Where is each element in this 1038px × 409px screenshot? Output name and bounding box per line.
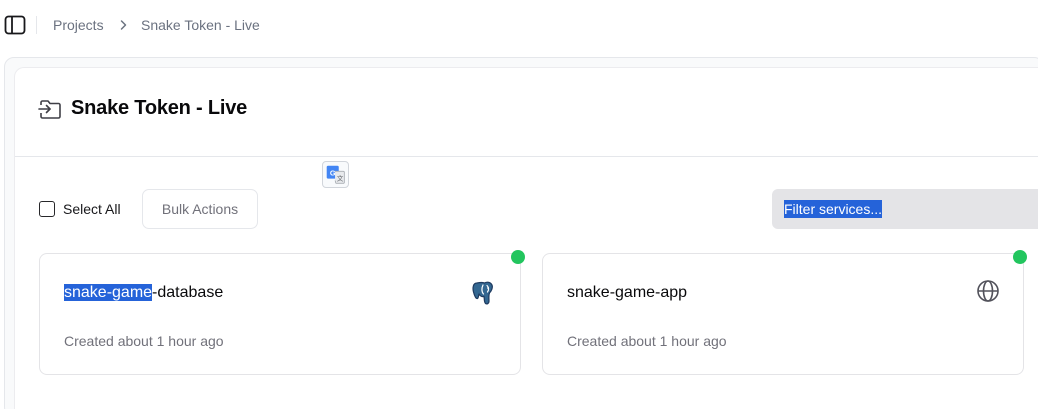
breadcrumb-projects[interactable]: Projects	[53, 17, 104, 33]
service-card-app[interactable]: snake-game-app Created about 1 hour ago	[542, 253, 1024, 375]
bulk-actions-button[interactable]: Bulk Actions	[142, 189, 258, 229]
sidebar-toggle-icon[interactable]	[4, 14, 26, 36]
header-divider	[15, 156, 1038, 157]
select-all-control[interactable]: Select All	[39, 199, 121, 219]
page-title: Snake Token - Live	[71, 97, 248, 119]
service-card-database[interactable]: snake-game-database Created about 1 hour…	[39, 253, 521, 375]
folder-input-icon	[38, 100, 61, 119]
service-name: snake-game-app	[567, 284, 688, 301]
postgresql-elephant-icon	[472, 281, 493, 305]
top-bar: Projects Snake Token - Live	[0, 0, 1038, 50]
filter-services-input[interactable]: Filter services...	[772, 189, 1038, 229]
globe-icon	[977, 280, 999, 302]
google-translate-icon[interactable]: G 文	[322, 161, 349, 188]
status-running-dot	[511, 250, 525, 264]
chevron-right-icon	[120, 20, 127, 30]
service-name-rest: -database	[152, 284, 224, 301]
svg-text:文: 文	[337, 174, 344, 183]
service-created-time: Created about 1 hour ago	[64, 333, 224, 349]
breadcrumb-current-project: Snake Token - Live	[141, 17, 260, 33]
svg-text:G: G	[330, 168, 336, 177]
select-all-label: Select All	[63, 201, 121, 217]
topbar-divider	[36, 16, 37, 34]
filter-services-placeholder: Filter services...	[784, 200, 883, 218]
status-running-dot	[1013, 250, 1027, 264]
service-name-highlight: snake-game	[64, 284, 153, 301]
select-all-checkbox[interactable]	[39, 201, 55, 217]
service-created-time: Created about 1 hour ago	[567, 333, 727, 349]
service-name: snake-game-database	[64, 284, 223, 302]
